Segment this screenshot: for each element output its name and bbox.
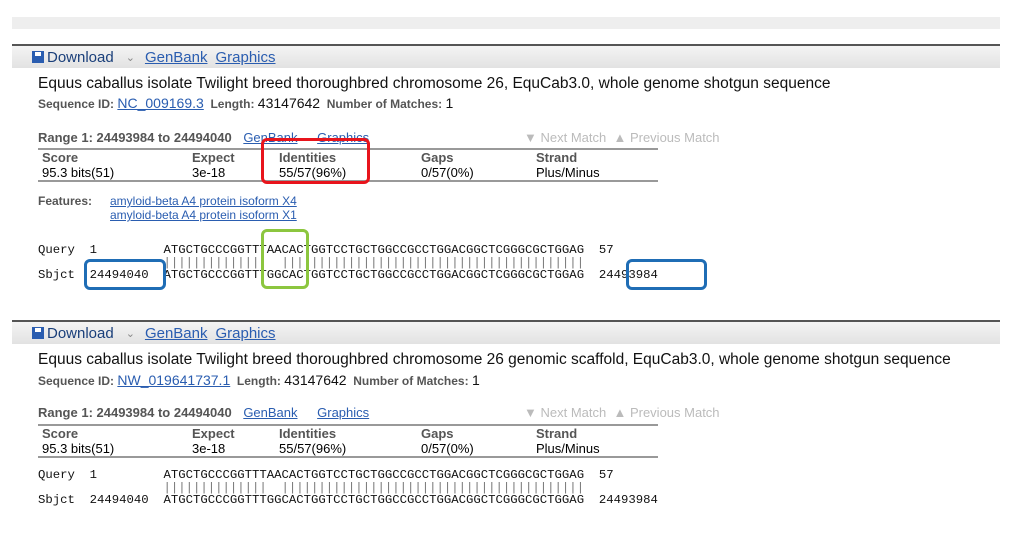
strand-value: Plus/Minus [536, 165, 600, 180]
seq-id-link[interactable]: NC_009169.3 [117, 95, 203, 111]
sbjct-start-highlight [84, 259, 166, 290]
matches-value: 1 [471, 372, 480, 388]
previous-match-button[interactable]: ▲ Previous Match [613, 130, 719, 145]
range-label: Range 1: 24493984 to 24494040 [38, 405, 232, 420]
next-match-button[interactable]: ▼ Next Match [524, 130, 606, 145]
match-nav: ▼ Next Match ▲ Previous Match [524, 405, 720, 420]
query-line: Query 1 ATGCTGCCCGGTTTAACACTGGTCCTGCTGGC… [38, 243, 614, 257]
hit-meta: Sequence ID: NC_009169.3 Length: 4314764… [38, 95, 453, 111]
features: Features: amyloid-beta A4 protein isofor… [38, 194, 297, 222]
expect-header: Expect [192, 150, 235, 165]
chevron-down-icon[interactable]: ⌄ [126, 51, 135, 64]
strand-value: Plus/Minus [536, 441, 600, 456]
length-label: Length: [210, 97, 255, 111]
identities-header: Identities [279, 426, 337, 441]
floppy-icon [32, 327, 44, 339]
floppy-icon [32, 51, 44, 63]
gaps-header: Gaps [421, 150, 454, 165]
seq-id-label: Sequence ID: [38, 374, 115, 388]
chevron-down-icon[interactable]: ⌄ [126, 327, 135, 340]
graphics-link[interactable]: Graphics [215, 325, 275, 342]
stats-table: Score 95.3 bits(51) Expect 3e-18 Identitie… [38, 424, 658, 458]
hit-toolbar: Download ⌄ GenBank Graphics [12, 320, 1000, 344]
feature-link[interactable]: amyloid-beta A4 protein isoform X1 [110, 208, 297, 222]
sbjct-line: Sbjct 24494040 ATGCTGCCCGGTTTGGCACTGGTCC… [38, 493, 658, 507]
expect-value: 3e-18 [192, 441, 226, 456]
strand-header: Strand [536, 426, 578, 441]
hit-2: Download ⌄ GenBank Graphics Equus caball… [12, 320, 1000, 506]
query-line: Query 1 ATGCTGCCCGGTTTAACACTGGTCCTGCTGGC… [38, 468, 614, 482]
alignment: Query 1 ATGCTGCCCGGTTTAACACTGGTCCTGCTGGC… [38, 469, 658, 507]
gaps-value: 0/57(0%) [421, 165, 474, 180]
expect-header: Expect [192, 426, 235, 441]
identities-value: 55/57(96%) [279, 441, 347, 456]
genbank-link[interactable]: GenBank [145, 49, 208, 66]
match-nav: ▼ Next Match ▲ Previous Match [524, 130, 720, 145]
score-header: Score [42, 426, 79, 441]
feature-link[interactable]: amyloid-beta A4 protein isoform X4 [110, 194, 297, 208]
identities-highlight [261, 138, 370, 184]
matches-label: Number of Matches: [353, 374, 469, 388]
gaps-header: Gaps [421, 426, 454, 441]
top-strip [12, 17, 1000, 29]
graphics-link[interactable]: Graphics [215, 49, 275, 66]
matches-label: Number of Matches: [326, 97, 443, 111]
hit-toolbar: Download ⌄ GenBank Graphics [12, 44, 1000, 68]
hit-title: Equus caballus isolate Twilight breed th… [38, 75, 831, 92]
range-genbank-link[interactable]: GenBank [243, 405, 297, 420]
hit-1: Download ⌄ GenBank Graphics Equus caball… [12, 44, 1000, 281]
length-value: 43147642 [257, 95, 321, 111]
mismatch-highlight [261, 229, 309, 289]
sbjct-end-highlight [626, 259, 707, 290]
genbank-link[interactable]: GenBank [145, 325, 208, 342]
download-label: Download [47, 48, 114, 66]
hit-title: Equus caballus isolate Twilight breed th… [38, 351, 951, 368]
length-label: Length: [236, 374, 281, 388]
range-label: Range 1: 24493984 to 24494040 [38, 130, 232, 145]
seq-id-label: Sequence ID: [38, 97, 115, 111]
gaps-value: 0/57(0%) [421, 441, 474, 456]
download-label: Download [47, 324, 114, 342]
length-value: 43147642 [284, 372, 347, 388]
hit-meta: Sequence ID: NW_019641737.1 Length: 4314… [38, 372, 480, 388]
matches-value: 1 [445, 95, 454, 111]
download-button[interactable]: Download [32, 49, 114, 66]
score-value: 95.3 bits(51) [42, 441, 115, 456]
previous-match-button[interactable]: ▲ Previous Match [613, 405, 719, 420]
score-header: Score [42, 150, 79, 165]
download-button[interactable]: Download [32, 325, 114, 342]
range-graphics-link[interactable]: Graphics [317, 405, 369, 420]
seq-id-link[interactable]: NW_019641737.1 [117, 372, 230, 388]
next-match-button[interactable]: ▼ Next Match [524, 405, 606, 420]
features-label: Features: [38, 194, 93, 208]
expect-value: 3e-18 [192, 165, 226, 180]
score-value: 95.3 bits(51) [42, 165, 115, 180]
strand-header: Strand [536, 150, 578, 165]
